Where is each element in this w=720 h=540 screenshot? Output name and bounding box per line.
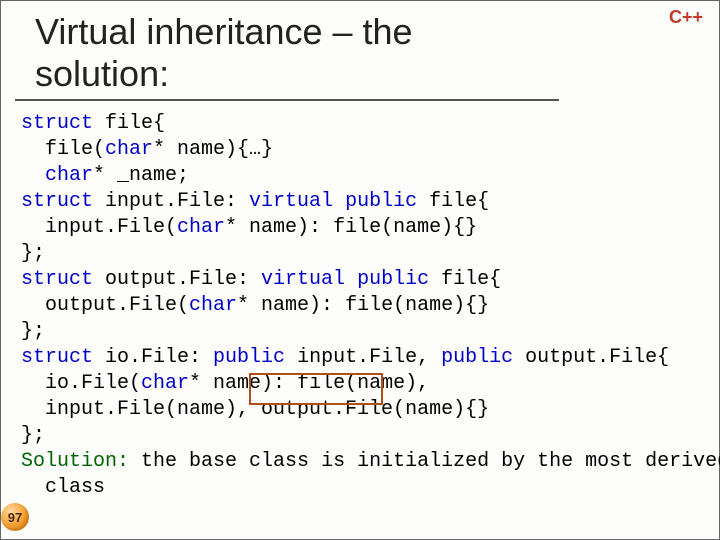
code-text: input.File(: [21, 216, 177, 239]
solution-label: Solution:: [21, 450, 129, 473]
kw-struct: struct: [21, 268, 93, 291]
code-text: input.File(name), output.File(name){}: [21, 398, 489, 421]
code-text: output.File{: [513, 346, 669, 369]
code-text: * name): file(name){}: [237, 294, 489, 317]
kw-char: char: [189, 294, 237, 317]
code-text: input.File,: [285, 346, 441, 369]
kw-virtual: virtual: [249, 190, 333, 213]
code-text: output.File(: [21, 294, 189, 317]
code-text: * name){…}: [153, 138, 273, 161]
code-block: struct file{ file(char* name){…} char* _…: [1, 101, 719, 540]
kw-virtual: virtual: [261, 268, 345, 291]
code-text: file{: [93, 112, 165, 135]
page-number-badge: 97: [1, 503, 29, 531]
code-text: file(: [21, 138, 105, 161]
code-text: };: [21, 424, 45, 447]
kw-public: public: [441, 346, 513, 369]
kw-struct: struct: [21, 190, 93, 213]
code-text: [333, 190, 345, 213]
code-text: * name): file(name){}: [225, 216, 477, 239]
code-text: input.File:: [93, 190, 249, 213]
code-text: file{: [417, 190, 489, 213]
code-text: class: [21, 476, 105, 499]
kw-struct: struct: [21, 112, 93, 135]
code-text: output.File:: [93, 268, 261, 291]
code-text: };: [21, 320, 45, 343]
code-text: [345, 268, 357, 291]
kw-struct: struct: [21, 346, 93, 369]
code-text: io.File(: [21, 372, 141, 395]
language-tag: C++: [669, 7, 703, 28]
code-text: * name): file(name),: [189, 372, 429, 395]
kw-public: public: [213, 346, 285, 369]
kw-char: char: [177, 216, 225, 239]
slide-title: Virtual inheritance – the solution:: [15, 1, 559, 101]
code-text: * _name;: [93, 164, 189, 187]
code-text: the base class is initialized by the mos…: [129, 450, 720, 473]
slide: C++ Virtual inheritance – the solution: …: [0, 0, 720, 540]
code-text: file{: [429, 268, 501, 291]
code-text: };: [21, 242, 45, 265]
code-text: io.File:: [93, 346, 213, 369]
kw-char: char: [45, 164, 93, 187]
kw-char: char: [141, 372, 189, 395]
kw-char: char: [105, 138, 153, 161]
kw-public: public: [357, 268, 429, 291]
code-text: [21, 164, 45, 187]
kw-public: public: [345, 190, 417, 213]
